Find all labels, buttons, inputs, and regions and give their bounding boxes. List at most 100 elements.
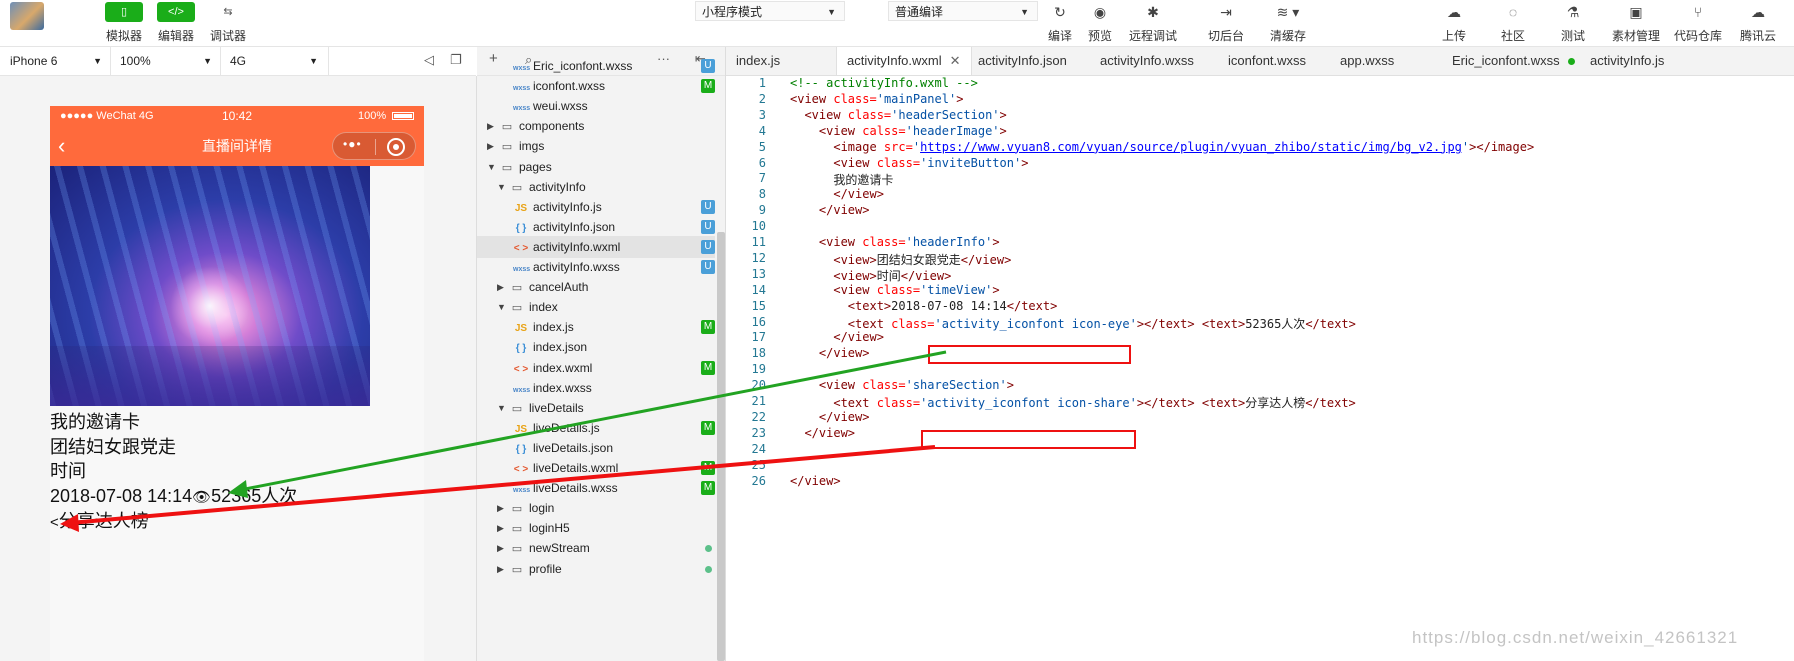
image-city: [50, 346, 370, 406]
folder-item[interactable]: ▶ ▭ cancelAuth: [477, 276, 715, 298]
community-button[interactable]: ◌ 社区: [1484, 2, 1542, 44]
file-name: index.wxss: [533, 380, 592, 395]
file-item[interactable]: { } activityInfo.json U: [477, 216, 715, 238]
mini-program-capsule[interactable]: •●•: [332, 132, 416, 160]
folder-item[interactable]: ▼ ▭ activityInfo: [477, 176, 715, 198]
folder-item[interactable]: ▶ ▭ loginH5: [477, 517, 715, 539]
clear-cache-button[interactable]: ≋ ▾ 清缓存: [1259, 2, 1317, 44]
chevron-down-icon[interactable]: ▼: [497, 296, 506, 318]
simulator-toggle-button[interactable]: ▯ 模拟器: [96, 2, 152, 44]
code-token: ></image>: [1469, 139, 1535, 154]
file-item[interactable]: JS liveDetails.js M: [477, 417, 715, 439]
editor-tab[interactable]: index.js: [726, 47, 790, 75]
editor-tab[interactable]: Eric_iconfont.wxss: [1442, 47, 1585, 75]
file-name: index.wxml: [533, 360, 593, 375]
zoom-select[interactable]: 100% ▼: [120, 51, 212, 71]
folder-item[interactable]: ▼ ▭ liveDetails: [477, 397, 715, 419]
background-button[interactable]: ⇥ 切后台: [1197, 2, 1255, 44]
code-token: 'headerImage': [905, 123, 1000, 138]
file-item[interactable]: wxss liveDetails.wxss M: [477, 477, 715, 499]
file-tree-scrollbar[interactable]: [717, 232, 725, 661]
folder-item[interactable]: ▶ ▭ newStream: [477, 537, 715, 559]
editor-toggle-button[interactable]: </> 编辑器: [148, 2, 204, 44]
popout-icon[interactable]: ❐: [450, 52, 462, 68]
battery-text: 100%: [358, 110, 387, 122]
chevron-right-icon[interactable]: ▶: [497, 537, 504, 559]
chevron-right-icon[interactable]: ▶: [497, 276, 504, 298]
change-dot-icon: [705, 565, 712, 573]
editor-tab[interactable]: activityInfo.wxss: [1090, 47, 1204, 75]
tab-label: activityInfo.wxml: [847, 53, 942, 68]
file-item[interactable]: wxss activityInfo.wxss U: [477, 256, 715, 278]
chevron-down-icon[interactable]: ▼: [497, 176, 506, 198]
speaker-icon[interactable]: ◁: [424, 52, 434, 68]
file-item[interactable]: wxss weui.wxss: [477, 95, 715, 117]
file-name: cancelAuth: [529, 280, 589, 295]
folder-item[interactable]: ▶ ▭ profile: [477, 558, 715, 580]
debug-icon: ⇆: [223, 6, 233, 18]
file-item[interactable]: < > index.wxml M: [477, 357, 715, 379]
line-number: 19: [751, 362, 766, 377]
git-status-badge: U: [701, 219, 715, 234]
code-token: 'headerSection': [891, 107, 1000, 122]
chevron-down-icon[interactable]: ▼: [487, 156, 496, 178]
editor-tab[interactable]: iconfont.wxss: [1218, 47, 1316, 75]
folder-item[interactable]: ▶ ▭ login: [477, 497, 715, 519]
file-item[interactable]: JS index.js M: [477, 316, 715, 338]
file-name: liveDetails.js: [533, 420, 600, 435]
editor-tab[interactable]: app.wxss: [1330, 47, 1404, 75]
folder-item[interactable]: ▶ ▭ components: [477, 115, 715, 137]
upload-button[interactable]: ☁ 上传: [1425, 2, 1483, 44]
chevron-right-icon[interactable]: ▶: [497, 558, 504, 580]
code-line: <text class='activity_iconfont icon-shar…: [790, 394, 1355, 411]
file-item[interactable]: JS activityInfo.js U: [477, 196, 715, 218]
file-item[interactable]: wxss iconfont.wxss M: [477, 75, 715, 97]
git-branch-icon: ⑂: [1693, 4, 1703, 20]
code-token: 团结妇女跟党走: [876, 252, 961, 267]
chevron-right-icon[interactable]: ▶: [487, 135, 494, 157]
avatar[interactable]: [10, 2, 44, 30]
test-button[interactable]: ⚗ 测试: [1544, 2, 1602, 44]
file-item[interactable]: < > liveDetails.wxml M: [477, 457, 715, 479]
more-icon[interactable]: •●•: [343, 137, 362, 151]
file-item[interactable]: { } index.json: [477, 336, 715, 358]
debugger-toggle-button[interactable]: ⇆ 调试器: [200, 2, 256, 44]
file-item[interactable]: < > activityInfo.wxml U: [477, 235, 715, 258]
editor-tab[interactable]: activityInfo.wxml ✕: [836, 47, 972, 75]
remote-debug-button[interactable]: ✱ 远程调试: [1124, 2, 1182, 44]
line-number: 25: [751, 457, 766, 472]
assets-button[interactable]: ▣ 素材管理: [1607, 2, 1665, 44]
test-label: 测试: [1560, 29, 1585, 43]
folder-item[interactable]: ▶ ▭ imgs: [477, 135, 715, 157]
network-select[interactable]: 4G ▼: [230, 51, 318, 71]
close-icon[interactable]: ✕: [950, 53, 961, 68]
repo-button[interactable]: ⑂ 代码仓库: [1669, 2, 1727, 44]
file-name: liveDetails: [529, 400, 584, 415]
code-line: </view>: [790, 203, 870, 217]
code-line: <text class='activity_iconfont icon-eye'…: [790, 315, 1356, 332]
editor-tab[interactable]: activityInfo.json: [968, 47, 1077, 75]
mode-select[interactable]: 小程序模式 ▼: [695, 1, 845, 21]
device-select[interactable]: iPhone 6 ▼: [10, 51, 102, 71]
close-miniprogram-icon[interactable]: [387, 138, 405, 156]
chevron-right-icon[interactable]: ▶: [487, 115, 494, 137]
line-number: 5: [758, 139, 766, 154]
chevron-right-icon[interactable]: ▶: [497, 517, 504, 539]
tencent-cloud-button[interactable]: ☁ 腾讯云: [1729, 2, 1787, 44]
file-item[interactable]: { } liveDetails.json: [477, 437, 715, 459]
folder-item[interactable]: ▼ ▭ pages: [477, 156, 715, 178]
file-item[interactable]: wxss Eric_iconfont.wxss U: [477, 55, 715, 77]
image-glow: [170, 266, 250, 346]
file-item[interactable]: wxss index.wxss: [477, 377, 715, 399]
editor-tab[interactable]: activityInfo.js: [1580, 47, 1674, 75]
share-section[interactable]: <分享达人榜: [50, 507, 149, 533]
chevron-right-icon[interactable]: ▶: [497, 497, 504, 519]
code-token: class=: [891, 316, 935, 331]
folder-item[interactable]: ▼ ▭ index: [477, 296, 715, 318]
preview-button[interactable]: ◉ 预览: [1071, 2, 1129, 44]
chevron-down-icon[interactable]: ▼: [497, 397, 506, 419]
git-status-badge: M: [701, 320, 715, 335]
divider: [220, 47, 221, 75]
invite-button[interactable]: 我的邀请卡: [50, 408, 140, 434]
compile-select[interactable]: 普通编译 ▼: [888, 1, 1038, 21]
